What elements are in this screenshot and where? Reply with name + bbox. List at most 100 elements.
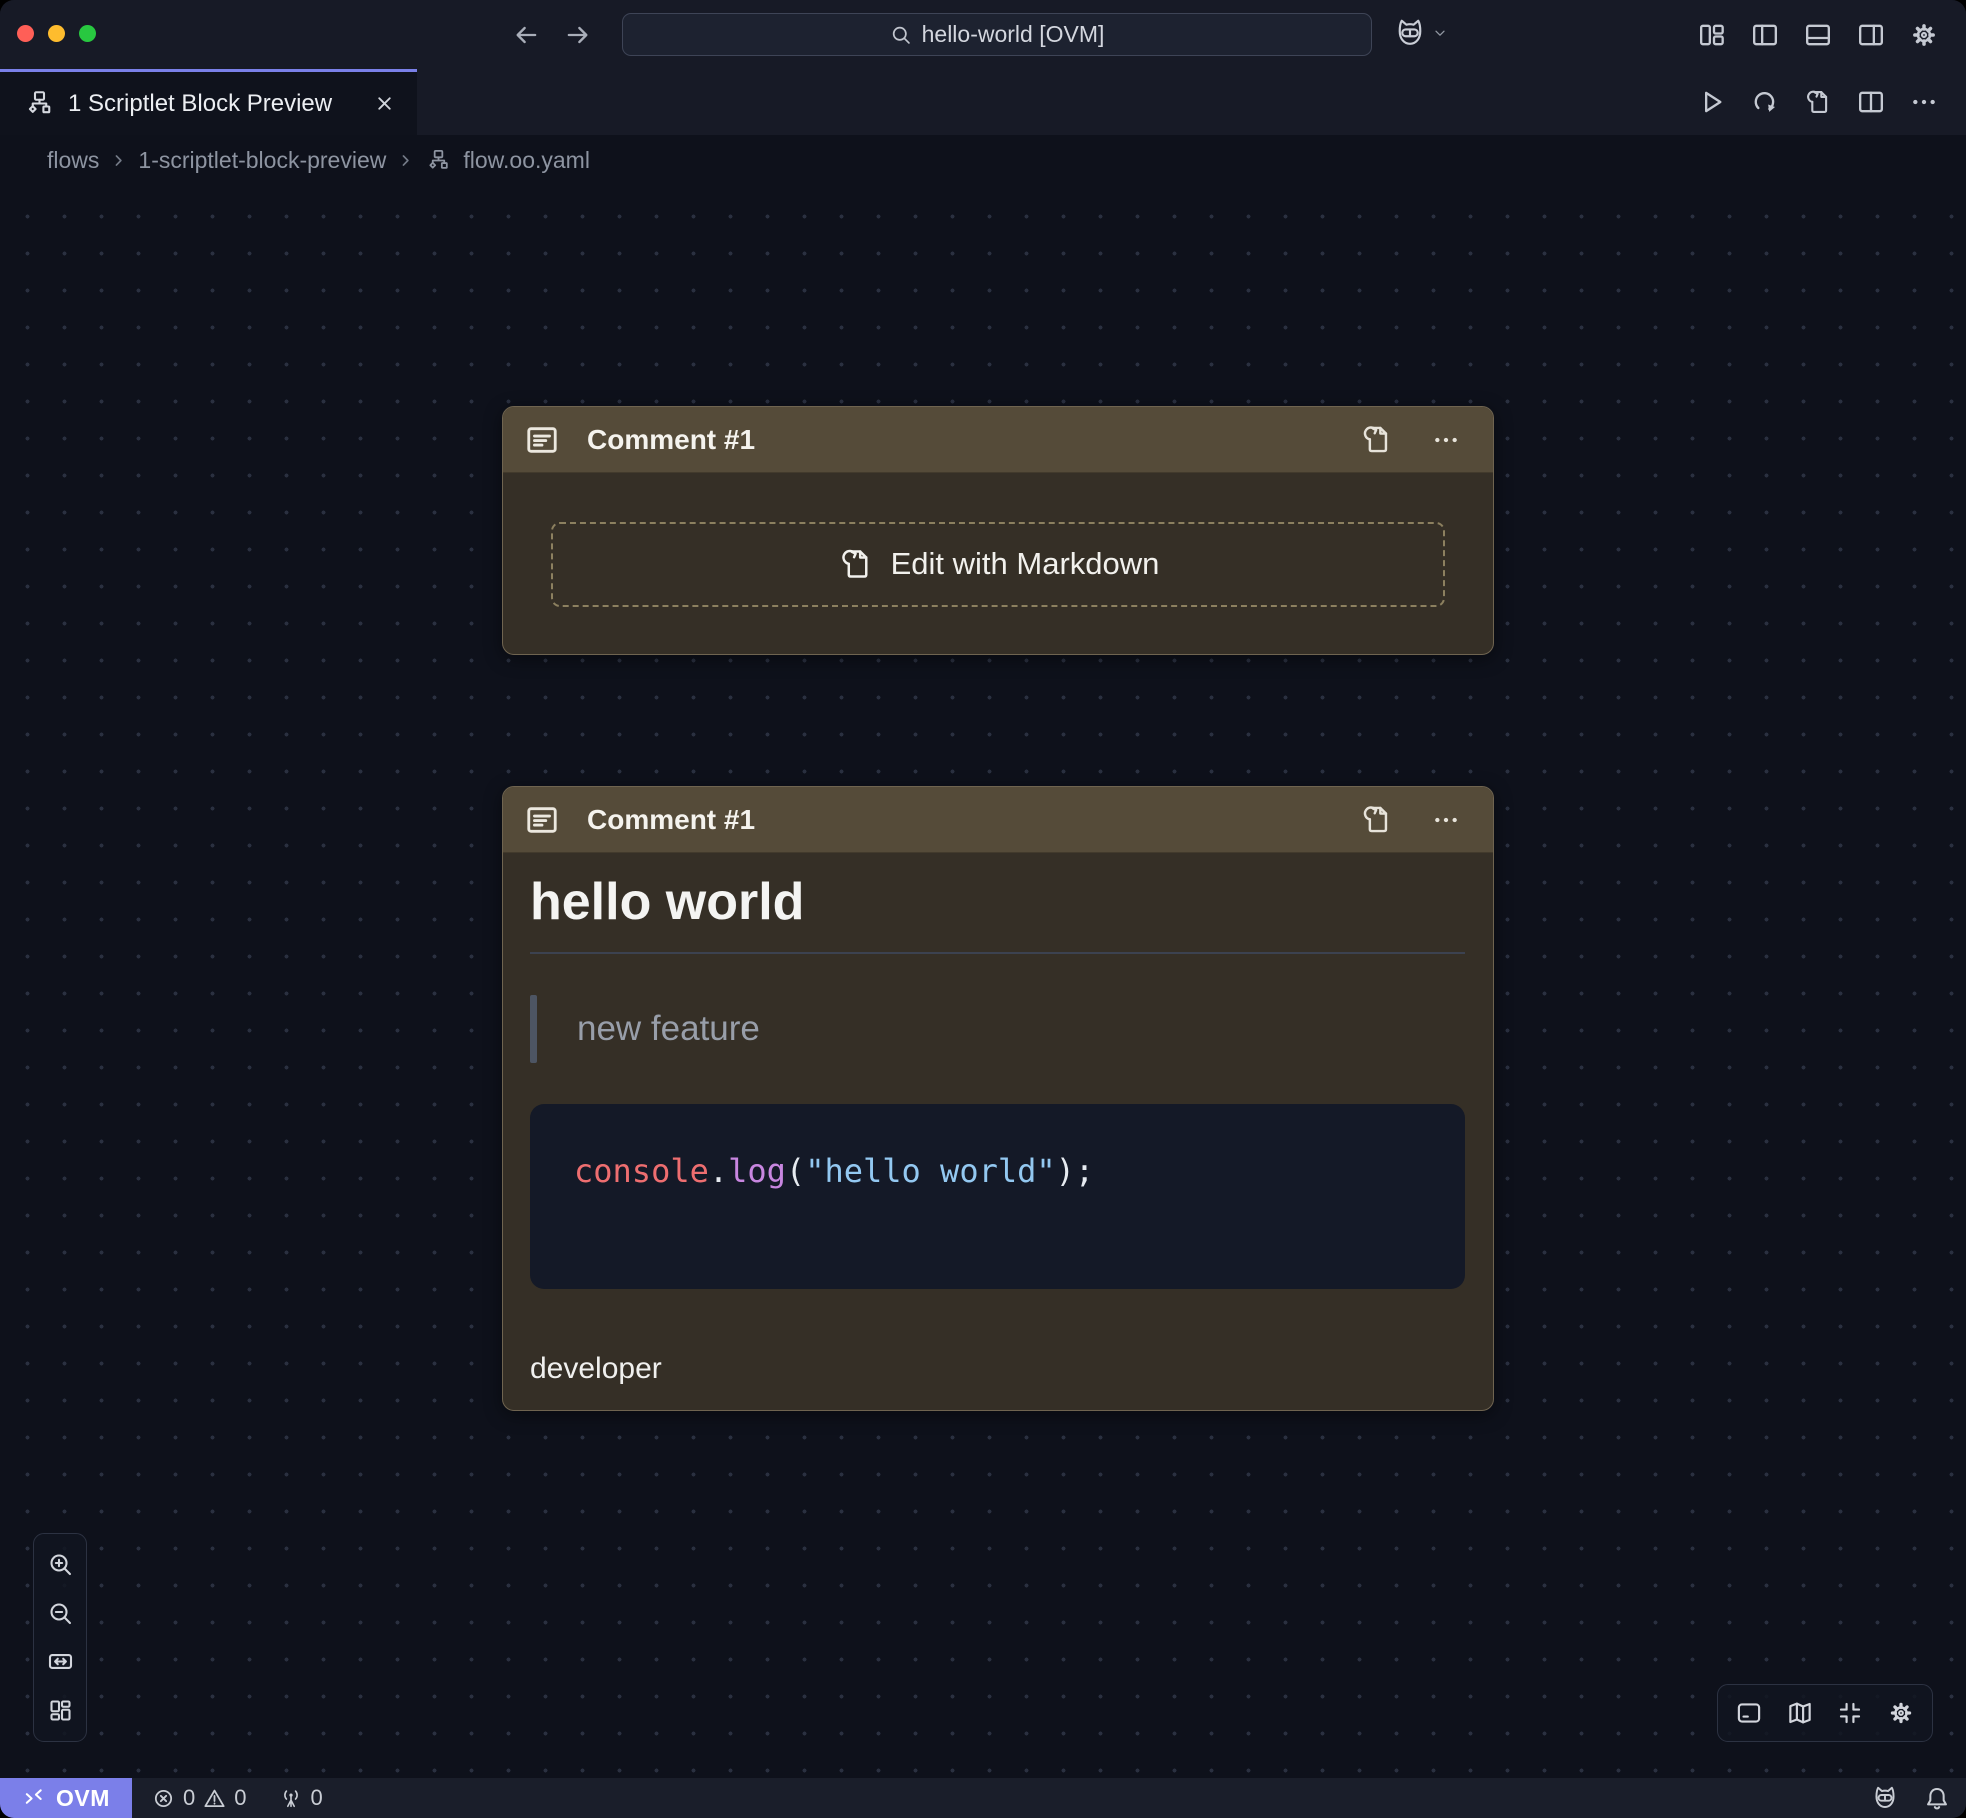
history-back-button[interactable] [511, 19, 543, 51]
code-token: ( [786, 1152, 805, 1190]
file-sync-icon [1803, 87, 1833, 117]
toggle-sidebar-button[interactable] [1745, 15, 1785, 55]
cat-icon [1870, 1783, 1900, 1813]
edit-with-markdown-label: Edit with Markdown [891, 546, 1160, 582]
window-minimize-button[interactable] [48, 25, 65, 42]
auto-layout-button[interactable] [40, 1691, 80, 1731]
card-menu-button[interactable] [1425, 799, 1467, 841]
tab-scriptlet-block-preview[interactable]: 1 Scriptlet Block Preview [0, 69, 417, 135]
more-actions-button[interactable] [1904, 82, 1944, 122]
ellipsis-icon [1431, 805, 1461, 835]
split-editor-button[interactable] [1851, 82, 1891, 122]
warning-count: 0 [234, 1785, 246, 1811]
close-icon [374, 93, 395, 114]
markdown-footer-text: developer [530, 1352, 1465, 1386]
code-token: ; [1075, 1152, 1094, 1190]
fit-width-button[interactable] [40, 1642, 80, 1682]
file-sync-icon [1359, 802, 1394, 837]
remote-icon [22, 1786, 46, 1810]
problems-indicator[interactable]: 0 0 [152, 1785, 247, 1811]
run-button[interactable] [1692, 82, 1732, 122]
chevron-down-icon [1432, 25, 1448, 41]
comment-card-rendered[interactable]: Comment #1 hello world new feature conso… [502, 786, 1494, 1411]
panel-right-icon [1856, 20, 1886, 50]
edit-with-markdown-button[interactable]: Edit with Markdown [551, 522, 1445, 607]
tab-label: 1 Scriptlet Block Preview [68, 90, 354, 118]
editor-actions [1692, 82, 1944, 122]
file-sync-icon [1359, 422, 1394, 457]
flow-icon [26, 90, 53, 117]
zoom-in-icon [47, 1551, 74, 1578]
tab-close-button[interactable] [369, 89, 399, 119]
toggle-panel-button[interactable] [1798, 15, 1838, 55]
flow-canvas[interactable]: Comment #1 Edit with Markdown Comment #1 [0, 185, 1966, 1778]
rerun-icon [1750, 87, 1780, 117]
breadcrumb-folder[interactable]: 1-scriptlet-block-preview [138, 147, 386, 174]
command-center-search[interactable]: hello-world [OVM] [622, 13, 1372, 56]
panel-left-icon [1750, 20, 1780, 50]
gear-icon [1887, 1699, 1915, 1727]
dashboard-icon [47, 1697, 74, 1724]
chevron-right-icon [397, 152, 414, 169]
layout-controls [1692, 15, 1944, 55]
note-icon [525, 803, 559, 837]
window-controls [17, 25, 96, 42]
status-bar: OVM 0 0 0 [0, 1778, 1966, 1818]
port-count: 0 [311, 1785, 323, 1811]
toggle-console-button[interactable] [1728, 1692, 1770, 1734]
markdown-divider [530, 952, 1465, 954]
assistant-menu-button[interactable] [1392, 15, 1448, 51]
chevron-right-icon [110, 152, 127, 169]
editor-area: flows 1-scriptlet-block-preview flow.oo.… [0, 135, 1966, 1778]
flow-icon [427, 149, 450, 172]
status-bar-right [1870, 1783, 1966, 1813]
remote-label: OVM [56, 1785, 110, 1812]
code-token: "hello world" [805, 1152, 1055, 1190]
comment-card-title: Comment #1 [587, 424, 1327, 456]
blockquote-bar [530, 995, 537, 1063]
canvas-settings-button[interactable] [1880, 1692, 1922, 1734]
assistant-status-button[interactable] [1870, 1783, 1900, 1813]
open-markdown-button[interactable] [1355, 419, 1397, 461]
search-value: hello-world [OVM] [922, 21, 1105, 48]
minimap-button[interactable] [1779, 1692, 1821, 1734]
center-view-button[interactable] [1829, 1692, 1871, 1734]
canvas-zoom-panel [33, 1533, 87, 1742]
window-close-button[interactable] [17, 25, 34, 42]
ellipsis-icon [1431, 425, 1461, 455]
note-icon [525, 423, 559, 457]
rerun-button[interactable] [1745, 82, 1785, 122]
play-icon [1697, 87, 1727, 117]
collapse-icon [1836, 1699, 1864, 1727]
code-token: log [728, 1152, 786, 1190]
notifications-button[interactable] [1924, 1785, 1950, 1811]
zoom-out-button[interactable] [40, 1593, 80, 1633]
comment-card-header: Comment #1 [503, 787, 1493, 853]
customize-layout-button[interactable] [1692, 15, 1732, 55]
console-icon [1735, 1699, 1763, 1727]
comment-card-body: Edit with Markdown [503, 473, 1493, 655]
breadcrumb-root[interactable]: flows [47, 147, 99, 174]
open-source-file-button[interactable] [1798, 82, 1838, 122]
gear-icon [1909, 20, 1939, 50]
code-token: ) [1056, 1152, 1075, 1190]
blockquote-text: new feature [537, 995, 760, 1063]
open-markdown-button[interactable] [1355, 799, 1397, 841]
remote-indicator[interactable]: OVM [0, 1778, 132, 1818]
zoom-in-button[interactable] [40, 1544, 80, 1584]
breadcrumb-file[interactable]: flow.oo.yaml [463, 147, 590, 174]
history-forward-button[interactable] [563, 19, 595, 51]
code-block: console.log("hello world"); [530, 1104, 1465, 1289]
toggle-secondary-sidebar-button[interactable] [1851, 15, 1891, 55]
markdown-heading: hello world [530, 873, 1465, 933]
warning-icon [203, 1787, 226, 1810]
search-icon [890, 24, 912, 46]
settings-button[interactable] [1904, 15, 1944, 55]
window-zoom-button[interactable] [79, 25, 96, 42]
comment-card-body: hello world new feature console.log("hel… [503, 853, 1493, 1386]
card-menu-button[interactable] [1425, 419, 1467, 461]
fit-width-icon [47, 1648, 74, 1675]
comment-card-title: Comment #1 [587, 804, 1327, 836]
comment-card-empty[interactable]: Comment #1 Edit with Markdown [502, 406, 1494, 655]
ports-indicator[interactable]: 0 [279, 1785, 323, 1811]
